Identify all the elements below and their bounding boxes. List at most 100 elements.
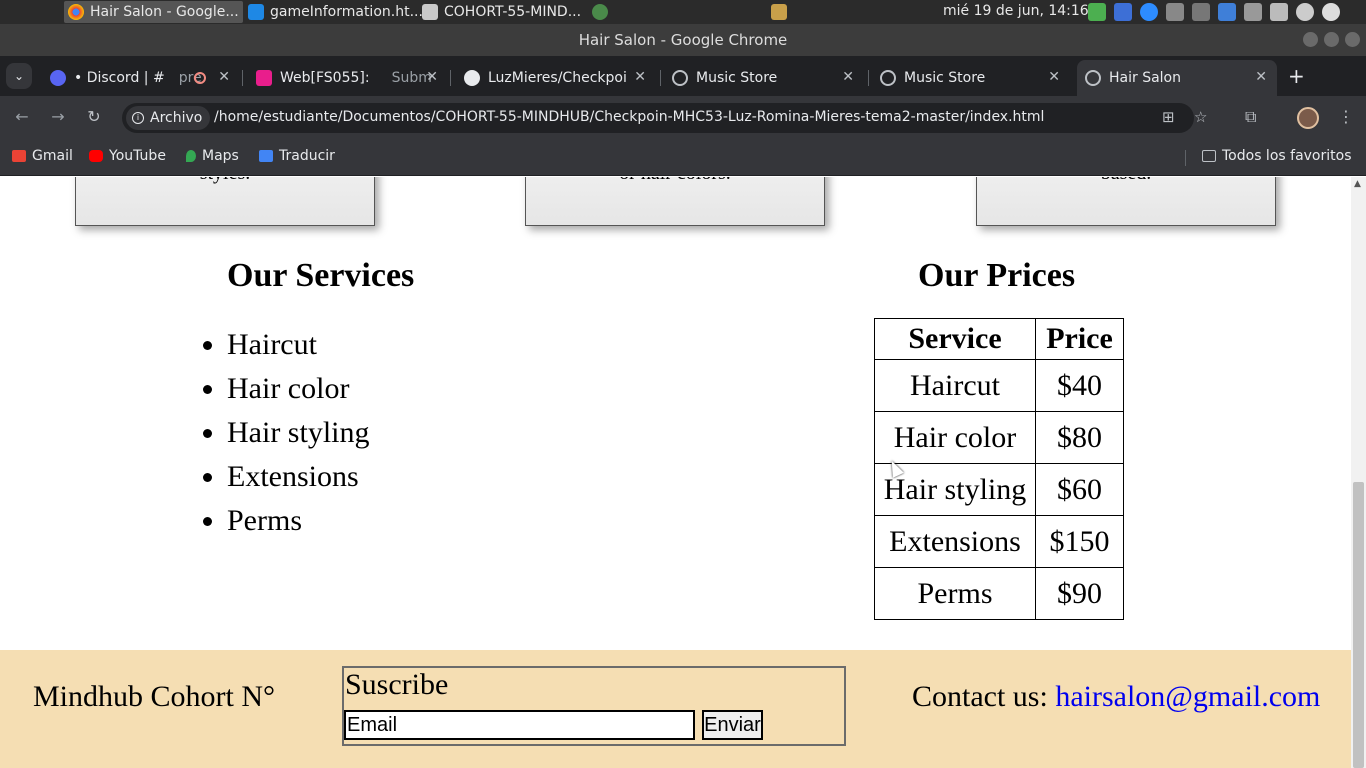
bluetooth-icon[interactable]	[1114, 3, 1132, 21]
card-text: styles.	[76, 177, 374, 185]
tab-search-button[interactable]: ⌄	[6, 63, 32, 89]
close-tab-icon[interactable]: ✕	[1255, 69, 1267, 85]
bookmark-gmail[interactable]: Gmail	[12, 148, 73, 164]
service-cell: Extensions	[874, 515, 1036, 568]
profile-avatar[interactable]	[1297, 107, 1319, 129]
service-cell: Hair color	[874, 411, 1036, 464]
taskbar-item-vscode[interactable]: gameInformation.ht...	[244, 1, 427, 23]
prices-title: Our Prices	[918, 257, 1076, 294]
subscribe-form: Suscribe Enviar	[342, 666, 846, 746]
bookmarks-bar: Gmail YouTube Maps Traducir Todos los fa…	[0, 140, 1366, 176]
tab-github[interactable]: LuzMieres/Checkpoi ✕	[456, 60, 658, 96]
price-cell: $150	[1035, 515, 1124, 568]
card-text: based.	[977, 177, 1275, 185]
all-favorites-folder[interactable]: Todos los favoritos	[1202, 148, 1352, 164]
forward-icon[interactable]: →	[47, 107, 69, 126]
info-icon: i	[132, 112, 144, 124]
url-text[interactable]: /home/estudiante/Documentos/COHORT-55-MI…	[214, 109, 1044, 125]
app-indicator-icon[interactable]	[592, 4, 608, 20]
close-tab-icon[interactable]: ✕	[426, 69, 438, 85]
tab-label: • Discord | #	[74, 70, 165, 86]
send-button[interactable]: Enviar	[702, 710, 763, 740]
bookmark-maps[interactable]: Maps	[186, 148, 239, 164]
new-tab-button[interactable]: +	[1288, 64, 1305, 88]
reload-icon[interactable]: ↻	[83, 107, 105, 126]
table-row: Extensions $150	[874, 515, 1124, 568]
github-icon	[464, 70, 480, 86]
vscode-icon	[248, 4, 264, 20]
services-list: Haircut Hair color Hair styling Extensio…	[227, 323, 370, 543]
column-header: Service	[874, 318, 1036, 360]
close-tab-icon[interactable]: ✕	[218, 69, 230, 85]
tab-hair-salon[interactable]: Hair Salon ✕	[1077, 60, 1277, 96]
site-info-chip[interactable]: i Archivo	[126, 106, 211, 130]
tab-web-fs055[interactable]: Web[FS055]: Subm ✕	[250, 60, 450, 96]
contact-email-link[interactable]: hairsalon@gmail.com	[1055, 680, 1320, 713]
package-icon[interactable]	[771, 4, 787, 20]
table-header-row: Service Price	[874, 318, 1124, 360]
bookmark-label: Gmail	[32, 148, 73, 164]
service-cell: Haircut	[874, 359, 1036, 412]
tab-music-store-1[interactable]: Music Store ✕	[664, 60, 866, 96]
tab-label: Music Store	[904, 70, 986, 86]
services-title: Our Services	[227, 257, 415, 294]
folder-icon	[422, 4, 438, 20]
table-row: Hair styling $60	[874, 463, 1124, 516]
footer-brand: Mindhub Cohort N°	[33, 680, 276, 713]
gmail-icon	[12, 150, 26, 162]
taskbar-label: COHORT-55-MIND...	[444, 4, 582, 20]
subscribe-title: Suscribe	[345, 668, 449, 701]
bookmark-star-icon[interactable]: ☆	[1194, 108, 1207, 126]
service-card: or hair colors.	[525, 177, 825, 226]
microphone-icon[interactable]	[1166, 3, 1184, 21]
clock[interactable]: mié 19 de jun, 14:16	[943, 3, 1089, 19]
browser-toolbar: ← → ↻ i Archivo /home/estudiante/Documen…	[0, 96, 1366, 140]
u-brand-icon	[256, 70, 272, 86]
service-cell: Perms	[874, 567, 1036, 620]
tab-label: Web[FS055]:	[280, 70, 370, 86]
service-card: based.	[976, 177, 1276, 226]
menu-icon[interactable]: ⋮	[1338, 107, 1354, 126]
close-window-button[interactable]	[1345, 32, 1360, 47]
close-tab-icon[interactable]: ✕	[842, 69, 854, 85]
table-row: Perms $90	[874, 567, 1124, 620]
email-input[interactable]	[344, 710, 695, 740]
taskbar-item-folder[interactable]: COHORT-55-MIND...	[418, 1, 585, 23]
system-tray	[1088, 3, 1340, 21]
translate-icon[interactable]: ⊞	[1162, 108, 1175, 126]
close-tab-icon[interactable]: ✕	[634, 69, 646, 85]
zoom-icon[interactable]	[1140, 3, 1158, 21]
bookmark-traducir[interactable]: Traducir	[259, 148, 335, 164]
clipboard-icon[interactable]	[1244, 3, 1262, 21]
taskbar-label: gameInformation.ht...	[270, 4, 423, 20]
bookmark-label: YouTube	[109, 148, 166, 164]
accessibility-icon[interactable]	[1296, 3, 1314, 21]
maximize-button[interactable]	[1324, 32, 1339, 47]
bookmark-youtube[interactable]: YouTube	[89, 148, 166, 164]
power-icon[interactable]	[1322, 3, 1340, 21]
folder-icon	[1202, 150, 1216, 162]
price-cell: $90	[1035, 567, 1124, 620]
taskbar-item-chrome[interactable]: Hair Salon - Google...	[64, 1, 243, 23]
back-icon[interactable]: ←	[11, 107, 33, 126]
address-bar[interactable]: i Archivo /home/estudiante/Documentos/CO…	[122, 103, 1207, 133]
minimize-button[interactable]	[1303, 32, 1318, 47]
volume-icon[interactable]	[1192, 3, 1210, 21]
tab-music-store-2[interactable]: Music Store ✕	[872, 60, 1072, 96]
extensions-icon[interactable]: ⧉	[1245, 107, 1256, 127]
close-tab-icon[interactable]: ✕	[1048, 69, 1060, 85]
tab-discord[interactable]: • Discord | # pre ✕	[42, 60, 242, 96]
keyboard-icon[interactable]	[1270, 3, 1288, 21]
window-title: Hair Salon - Google Chrome	[578, 31, 788, 49]
network-signal-icon[interactable]	[1218, 3, 1236, 21]
update-icon[interactable]	[1088, 3, 1106, 21]
table-row: Haircut $40	[874, 359, 1124, 412]
globe-icon	[880, 70, 896, 86]
scrollbar-thumb[interactable]	[1353, 482, 1364, 768]
scroll-up-arrow-icon[interactable]: ▲	[1354, 179, 1361, 189]
chrome-icon	[68, 4, 84, 20]
taskbar-label: Hair Salon - Google...	[90, 4, 239, 20]
discord-icon	[50, 70, 66, 86]
table-row: Hair color $80	[874, 411, 1124, 464]
list-item: Extensions	[227, 455, 370, 499]
